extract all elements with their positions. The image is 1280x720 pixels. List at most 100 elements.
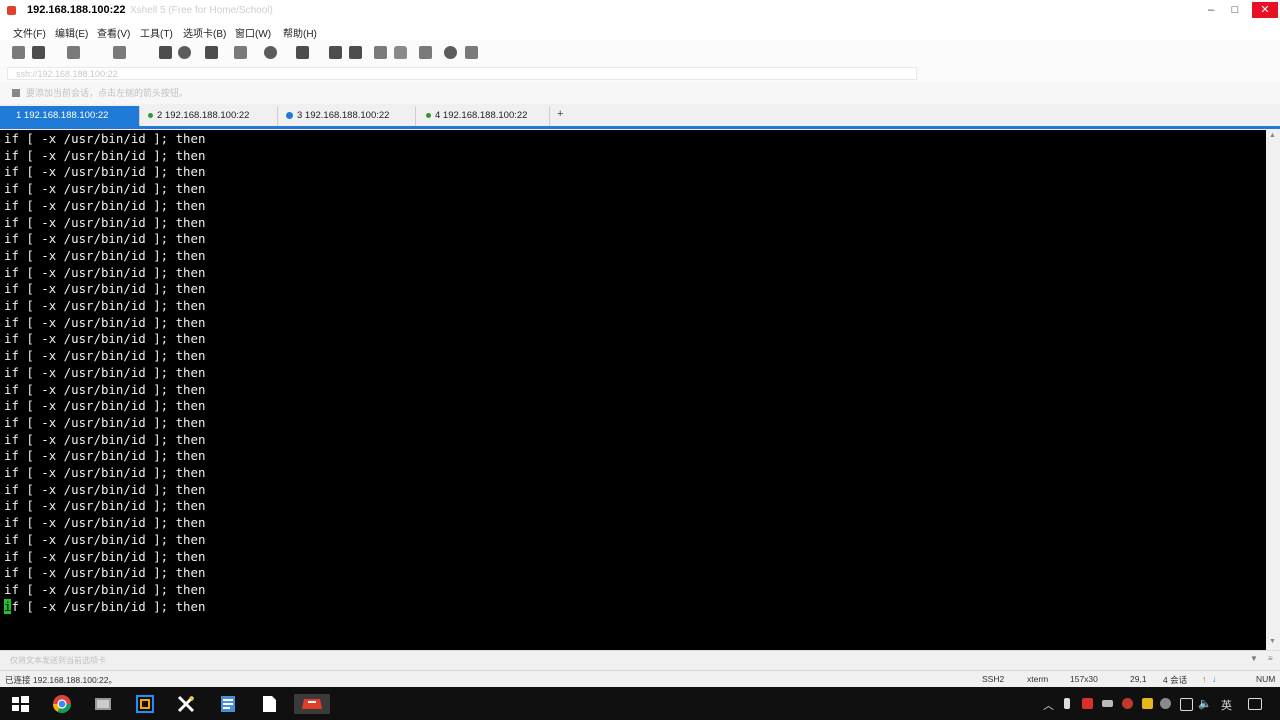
menu-file[interactable]: 文件(F) (13, 25, 46, 40)
transfer-icon[interactable] (234, 46, 247, 59)
num-lock-status: NUM (1256, 674, 1276, 684)
tab-session-3[interactable]: 3 192.168.188.100:22 (278, 106, 416, 126)
terminal-line: if [ -x /usr/bin/id ]; then (4, 414, 206, 430)
compose-dropdown-icon[interactable]: ▼ (1250, 654, 1258, 663)
terminal-line: if [ -x /usr/bin/id ]; then (4, 465, 206, 480)
terminal-current-text: f [ -x /usr/bin/id ]; then (11, 598, 206, 614)
volume-icon[interactable]: 🔈 (1198, 697, 1212, 710)
app-tray-icon[interactable] (1082, 698, 1093, 709)
download-arrow-icon: ↓ (1212, 674, 1217, 684)
reconnect-icon[interactable] (113, 46, 126, 59)
menu-tools[interactable]: 工具(T) (140, 25, 173, 40)
connected-dot-icon (426, 112, 431, 118)
security-icon[interactable] (1142, 698, 1153, 709)
terminal-line: if [ -x /usr/bin/id ]; then (4, 247, 206, 263)
file-icon[interactable] (259, 694, 279, 714)
copy-icon[interactable] (159, 46, 172, 59)
compose-bar: 仅将文本发送到当前选项卡 ▼ ≡ (0, 650, 1280, 671)
menu-bar: 文件(F) 编辑(E) 查看(V) 工具(T) 选项卡(B) 窗口(W) 帮助(… (0, 22, 1280, 40)
fullscreen-icon[interactable] (374, 46, 387, 59)
xshell-app-icon[interactable] (7, 6, 16, 15)
vertical-scrollbar[interactable]: ▲ ▼ (1266, 130, 1280, 650)
globe-icon[interactable] (264, 46, 277, 59)
record-icon[interactable] (1122, 698, 1133, 709)
new-session-icon[interactable] (12, 46, 25, 59)
connection-status: 已连接 192.168.188.100:22。 (5, 675, 117, 685)
terminal-line: if [ -x /usr/bin/id ]; then (4, 531, 206, 547)
vmware-icon[interactable] (135, 694, 155, 714)
tab-session-2[interactable]: 2 192.168.188.100:22 (140, 106, 278, 126)
tab-session-4[interactable]: 4 192.168.188.100:22 (416, 106, 550, 126)
menu-edit[interactable]: 编辑(E) (55, 25, 88, 40)
xmind-icon[interactable] (176, 694, 196, 714)
terminal-line: if [ -x /usr/bin/id ]; then (4, 331, 206, 347)
battery-icon[interactable] (1102, 700, 1113, 707)
tab-bar: 1 192.168.188.100:22 2 192.168.188.100:2… (0, 104, 1280, 129)
find-icon[interactable] (178, 46, 191, 59)
terminal-size-status: 157x30 (1070, 674, 1098, 684)
scroll-down-icon[interactable]: ▼ (1269, 638, 1276, 645)
app-icon[interactable] (93, 694, 113, 714)
info-icon (286, 111, 293, 119)
toolbar (0, 40, 1280, 67)
protocol-status: SSH2 (982, 674, 1005, 684)
chat-icon[interactable] (465, 46, 478, 59)
terminal-current-line: if [ -x /usr/bin/id ]; then (4, 598, 206, 616)
font-icon[interactable] (296, 46, 309, 59)
windows-start-icon[interactable] (10, 694, 30, 714)
lock-icon[interactable] (394, 46, 407, 59)
help-icon[interactable] (444, 46, 457, 59)
minimize-button[interactable]: – (1200, 2, 1222, 18)
terminal-line: if [ -x /usr/bin/id ]; then (4, 164, 206, 180)
menu-help[interactable]: 帮助(H) (283, 25, 317, 40)
status-bar: 已连接 192.168.188.100:22。 SSH2 xterm 157x3… (0, 670, 1280, 688)
terminal-line: if [ -x /usr/bin/id ]; then (4, 197, 206, 213)
session-arrow-icon[interactable] (12, 89, 20, 97)
address-input[interactable]: ssh://192.168.188.100:22 (7, 67, 917, 80)
keyboard-icon[interactable] (419, 46, 432, 59)
input-language[interactable]: 英 (1221, 697, 1232, 713)
notification-icon[interactable] (1248, 698, 1262, 710)
menu-view[interactable]: 查看(V) (97, 25, 130, 40)
terminal-line: if [ -x /usr/bin/id ]; then (4, 314, 206, 330)
terminal-line: if [ -x /usr/bin/id ]; then (4, 481, 206, 497)
notes-icon[interactable] (218, 694, 238, 714)
menu-window[interactable]: 窗口(W) (235, 25, 271, 40)
compose-menu-icon[interactable]: ≡ (1268, 654, 1273, 663)
compose-hint[interactable]: 仅将文本发送到当前选项卡 (10, 655, 106, 666)
scroll-up-icon[interactable]: ▲ (1269, 132, 1276, 139)
cursor-position-status: 29,1 (1130, 674, 1147, 684)
xftp-icon[interactable] (329, 46, 342, 59)
network-icon[interactable] (1180, 698, 1193, 711)
taskbar: ︿ 🔈 英 (0, 687, 1280, 720)
tray-expand-icon[interactable]: ︿ (1043, 697, 1054, 713)
terminal-line: if [ -x /usr/bin/id ]; then (4, 131, 206, 146)
open-folder-icon[interactable] (32, 46, 45, 59)
terminal-line: if [ -x /usr/bin/id ]; then (4, 431, 206, 447)
title-bar: 192.168.188.100:22 Xshell 5 (Free for Ho… (0, 0, 1280, 22)
session-count-status: 4 会话 (1163, 675, 1188, 685)
xshell-icon[interactable] (294, 694, 330, 714)
terminal-type-status: xterm (1027, 674, 1049, 684)
tab-label: 2 192.168.188.100:22 (157, 110, 250, 121)
terminal-line: if [ -x /usr/bin/id ]; then (4, 565, 206, 581)
close-button[interactable]: ✕ (1252, 2, 1278, 18)
maximize-button[interactable]: □ (1224, 2, 1246, 18)
window-title: 192.168.188.100:22 (27, 4, 126, 16)
print-icon[interactable] (205, 46, 218, 59)
window-title-suffix: Xshell 5 (Free for Home/School) (130, 5, 273, 16)
tab-session-1[interactable]: 1 192.168.188.100:22 (0, 106, 140, 126)
terminal-line: if [ -x /usr/bin/id ]; then (4, 515, 206, 531)
terminal-output[interactable]: if [ -x /usr/bin/id ]; then if [ -x /usr/… (0, 130, 1266, 650)
script-icon[interactable] (349, 46, 362, 59)
app2-tray-icon[interactable] (1160, 698, 1171, 709)
session-hint: 要添加当前会话，点击左侧的箭头按钮。 (26, 88, 189, 98)
terminal-line: if [ -x /usr/bin/id ]; then (4, 581, 206, 597)
session-bar: 要添加当前会话，点击左侧的箭头按钮。 (0, 82, 1280, 104)
menu-tab[interactable]: 选项卡(B) (183, 25, 226, 40)
tab-label: 3 192.168.188.100:22 (297, 110, 390, 121)
connect-icon[interactable] (67, 46, 80, 59)
chrome-icon[interactable] (52, 694, 72, 714)
add-tab-button[interactable]: + (557, 108, 563, 120)
microphone-icon[interactable] (1064, 698, 1070, 709)
